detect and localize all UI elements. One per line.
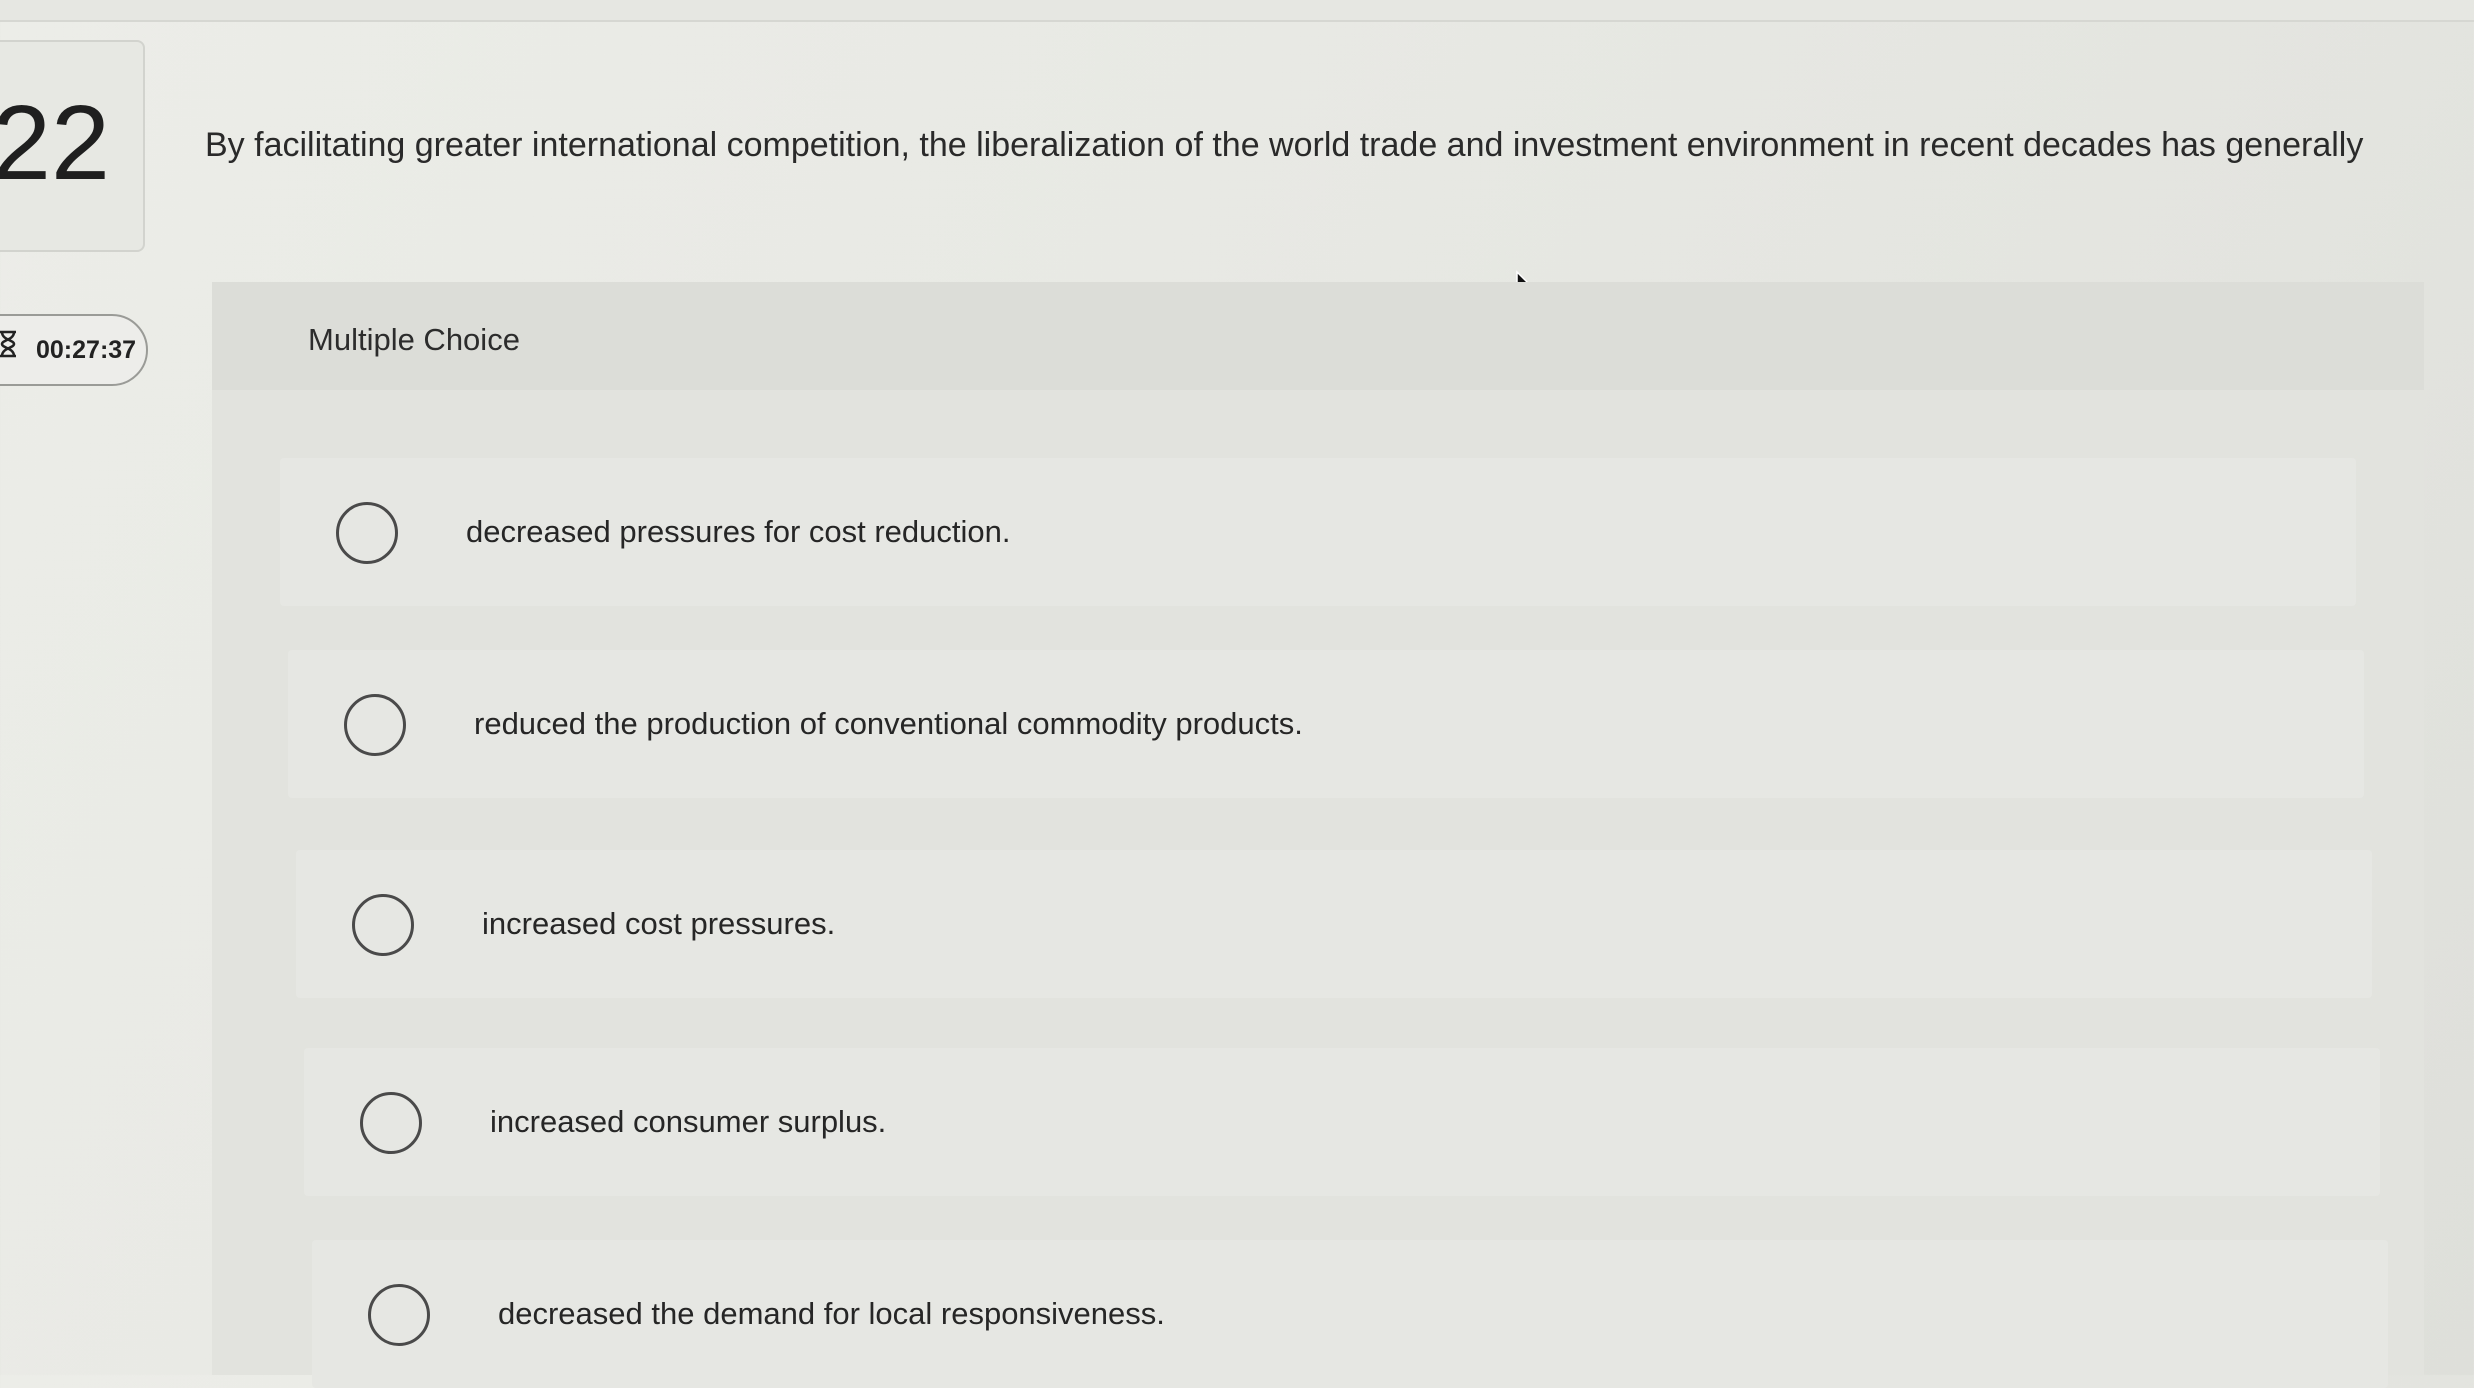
radio-unselected-icon[interactable]: [352, 894, 414, 956]
answer-option-label: increased cost pressures.: [482, 906, 836, 941]
answer-option-label: decreased the demand for local responsiv…: [498, 1296, 1165, 1331]
timer-badge[interactable]: 00:27:37: [0, 314, 148, 386]
answer-panel: Multiple Choice decreased pressures for …: [212, 282, 2424, 1388]
question-text: By facilitating greater international co…: [205, 126, 2364, 164]
answer-option-label: increased consumer surplus.: [490, 1104, 887, 1139]
radio-unselected-icon[interactable]: [360, 1092, 422, 1154]
answer-option-4[interactable]: increased consumer surplus.: [304, 1048, 2380, 1196]
answer-option-label: reduced the production of conventional c…: [474, 706, 1303, 741]
radio-unselected-icon[interactable]: [336, 502, 398, 564]
answer-option-label: decreased pressures for cost reduction.: [466, 514, 1011, 549]
answer-option-5[interactable]: decreased the demand for local responsiv…: [312, 1240, 2388, 1388]
panel-header: Multiple Choice: [212, 282, 2424, 390]
hourglass-icon: [0, 330, 16, 358]
timer-text: 00:27:37: [36, 336, 137, 364]
question-number: 22: [0, 84, 110, 202]
question-type-label: Multiple Choice: [308, 322, 520, 357]
radio-unselected-icon[interactable]: [344, 694, 406, 756]
answer-option-3[interactable]: increased cost pressures.: [296, 850, 2372, 998]
answer-option-2[interactable]: reduced the production of conventional c…: [288, 650, 2364, 798]
top-bar: [0, 0, 2474, 22]
answer-option-1[interactable]: decreased pressures for cost reduction.: [280, 458, 2356, 606]
radio-unselected-icon[interactable]: [368, 1284, 430, 1346]
